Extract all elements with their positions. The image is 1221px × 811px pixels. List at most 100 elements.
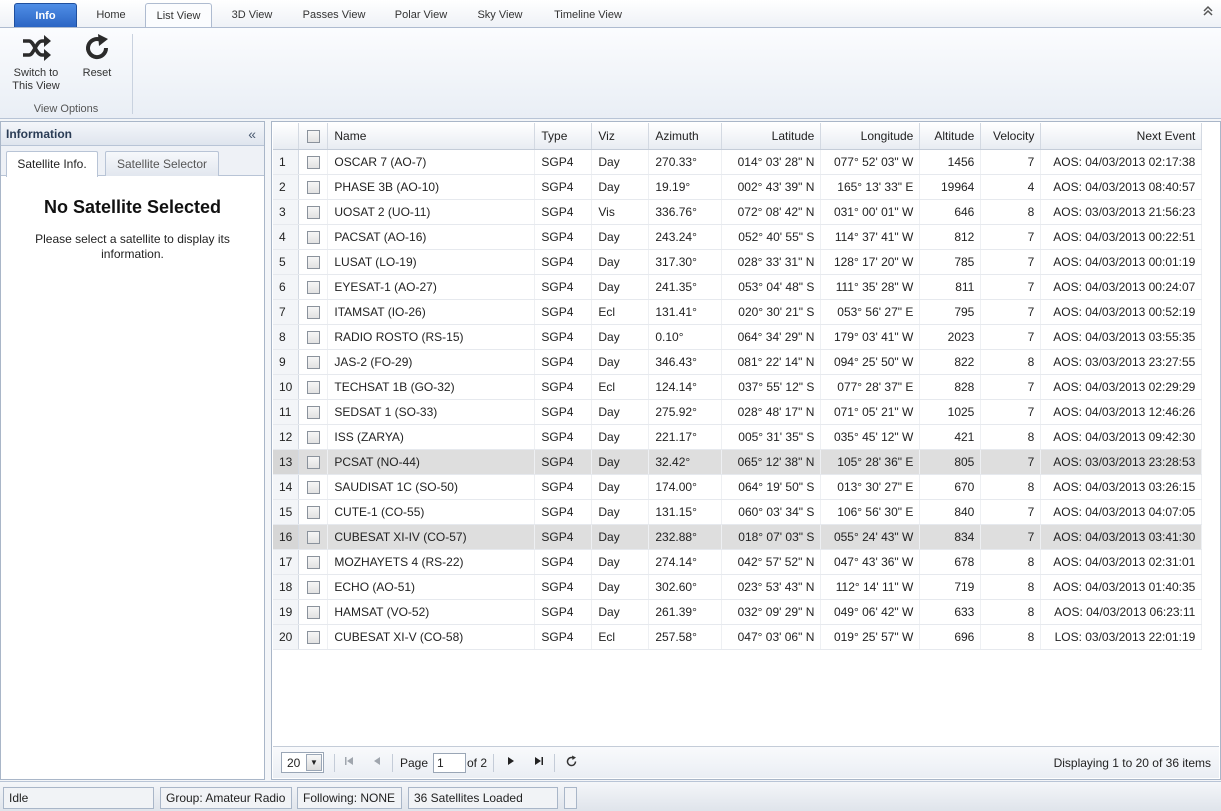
row-checkbox[interactable] bbox=[306, 280, 320, 294]
row-checkbox[interactable] bbox=[306, 630, 320, 644]
table-row[interactable]: 20 CUBESAT XI-V (CO-58) SGP4 Ecl 257.58° 047°… bbox=[273, 624, 1203, 650]
row-checkbox[interactable] bbox=[306, 555, 320, 569]
page-number-input[interactable]: 1 bbox=[433, 753, 466, 773]
tab-3d-view[interactable]: 3D View bbox=[221, 3, 283, 28]
table-row[interactable]: 16 CUBESAT XI-IV (CO-57) SGP4 Day 232.88° 018… bbox=[273, 524, 1203, 550]
header-velocity[interactable]: Velocity bbox=[980, 123, 1042, 150]
cell-type: SGP4 bbox=[534, 299, 593, 325]
table-row[interactable]: 10 TECHSAT 1B (GO-32) SGP4 Ecl 124.14° 037° 5… bbox=[273, 374, 1203, 400]
refresh-icon[interactable] bbox=[563, 755, 579, 771]
table-row[interactable]: 6 EYESAT-1 (AO-27) SGP4 Day 241.35° 053° 04' … bbox=[273, 274, 1203, 300]
cell-latitude: 005° 31' 35" S bbox=[721, 424, 822, 450]
tab-passes-view[interactable]: Passes View bbox=[292, 3, 376, 28]
reset-label: Reset bbox=[82, 67, 112, 79]
tab-polar-view[interactable]: Polar View bbox=[384, 3, 458, 28]
table-row[interactable]: 8 RADIO ROSTO (RS-15) SGP4 Day 0.10° 064° 34'… bbox=[273, 324, 1203, 350]
row-checkbox[interactable] bbox=[306, 530, 320, 544]
row-checkbox[interactable] bbox=[306, 230, 320, 244]
pager-separator bbox=[493, 754, 494, 772]
table-row[interactable]: 2 PHASE 3B (AO-10) SGP4 Day 19.19° 002° 43' 3… bbox=[273, 174, 1203, 200]
row-checkbox[interactable] bbox=[306, 580, 320, 594]
cell-name: MOZHAYETS 4 (RS-22) bbox=[327, 549, 536, 575]
cell-longitude: 105° 28' 36" E bbox=[820, 449, 921, 475]
table-row[interactable]: 14 SAUDISAT 1C (SO-50) SGP4 Day 174.00° 064° … bbox=[273, 474, 1203, 500]
cell-next-event: AOS: 04/03/2013 01:40:35 bbox=[1040, 574, 1203, 600]
header-longitude[interactable]: Longitude bbox=[820, 123, 921, 150]
information-panel-header: Information « bbox=[1, 122, 264, 146]
cell-azimuth: 317.30° bbox=[648, 249, 723, 275]
cell-type: SGP4 bbox=[534, 399, 593, 425]
table-row[interactable]: 18 ECHO (AO-51) SGP4 Day 302.60° 023° 53' 43"… bbox=[273, 574, 1203, 600]
chevron-down-icon[interactable]: ▼ bbox=[306, 754, 322, 771]
row-checkbox[interactable] bbox=[306, 405, 320, 419]
cell-checkbox bbox=[298, 199, 329, 225]
cell-viz: Day bbox=[591, 524, 650, 550]
tab-timeline-view[interactable]: Timeline View bbox=[543, 3, 633, 28]
collapse-panel-icon[interactable]: « bbox=[248, 122, 256, 146]
header-azimuth[interactable]: Azimuth bbox=[648, 123, 723, 150]
cell-checkbox bbox=[298, 399, 329, 425]
row-checkbox[interactable] bbox=[306, 205, 320, 219]
table-row[interactable]: 11 SEDSAT 1 (SO-33) SGP4 Day 275.92° 028° 48'… bbox=[273, 399, 1203, 425]
header-name[interactable]: Name bbox=[327, 123, 536, 150]
table-row[interactable]: 13 PCSAT (NO-44) SGP4 Day 32.42° 065° 12' 38"… bbox=[273, 449, 1203, 475]
table-row[interactable]: 1 OSCAR 7 (AO-7) SGP4 Day 270.33° 014° 03' 28… bbox=[273, 149, 1203, 175]
cell-longitude: 094° 25' 50" W bbox=[820, 349, 921, 375]
last-page-icon[interactable] bbox=[531, 755, 547, 771]
row-checkbox[interactable] bbox=[306, 180, 320, 194]
collapse-ribbon-icon[interactable] bbox=[1201, 5, 1215, 19]
tab-satellite-info[interactable]: Satellite Info. bbox=[6, 151, 98, 177]
tab-satellite-selector[interactable]: Satellite Selector bbox=[105, 151, 219, 176]
row-checkbox[interactable] bbox=[306, 155, 320, 169]
cell-latitude: 032° 09' 29" N bbox=[721, 599, 822, 625]
cell-azimuth: 275.92° bbox=[648, 399, 723, 425]
row-checkbox[interactable] bbox=[306, 255, 320, 269]
table-row[interactable]: 17 MOZHAYETS 4 (RS-22) SGP4 Day 274.14° 042° … bbox=[273, 549, 1203, 575]
cell-viz: Day bbox=[591, 149, 650, 175]
header-next-event[interactable]: Next Event bbox=[1040, 123, 1203, 150]
row-checkbox[interactable] bbox=[306, 480, 320, 494]
row-checkbox[interactable] bbox=[306, 330, 320, 344]
row-checkbox[interactable] bbox=[306, 355, 320, 369]
cell-viz: Ecl bbox=[591, 299, 650, 325]
page-size-select[interactable]: 20 ▼ bbox=[281, 752, 324, 773]
header-select-all[interactable] bbox=[298, 123, 329, 150]
header-altitude[interactable]: Altitude bbox=[919, 123, 982, 150]
table-row[interactable]: 15 CUTE-1 (CO-55) SGP4 Day 131.15° 060° 03' 3… bbox=[273, 499, 1203, 525]
header-viz[interactable]: Viz bbox=[591, 123, 650, 150]
cell-viz: Day bbox=[591, 449, 650, 475]
tab-sky-view[interactable]: Sky View bbox=[467, 3, 533, 28]
cell-longitude: 013° 30' 27" E bbox=[820, 474, 921, 500]
cell-next-event: AOS: 03/03/2013 21:56:23 bbox=[1040, 199, 1203, 225]
cell-type: SGP4 bbox=[534, 324, 593, 350]
first-page-icon[interactable] bbox=[341, 755, 357, 771]
row-checkbox[interactable] bbox=[306, 455, 320, 469]
cell-velocity: 7 bbox=[980, 499, 1042, 525]
row-checkbox[interactable] bbox=[306, 380, 320, 394]
table-row[interactable]: 9 JAS-2 (FO-29) SGP4 Day 346.43° 081° 22' 14"… bbox=[273, 349, 1203, 375]
table-row[interactable]: 7 ITAMSAT (IO-26) SGP4 Ecl 131.41° 020° 30' 2… bbox=[273, 299, 1203, 325]
table-row[interactable]: 4 PACSAT (AO-16) SGP4 Day 243.24° 052° 40' 55… bbox=[273, 224, 1203, 250]
table-row[interactable]: 5 LUSAT (LO-19) SGP4 Day 317.30° 028° 33' 31"… bbox=[273, 249, 1203, 275]
cell-type: SGP4 bbox=[534, 149, 593, 175]
next-page-icon[interactable] bbox=[503, 755, 519, 771]
tab-list-view[interactable]: List View bbox=[145, 3, 212, 28]
row-checkbox[interactable] bbox=[306, 505, 320, 519]
cell-latitude: 002° 43' 39" N bbox=[721, 174, 822, 200]
row-checkbox[interactable] bbox=[306, 430, 320, 444]
reset-button[interactable]: Reset bbox=[76, 32, 118, 80]
information-subtabs: Satellite Info. Satellite Selector bbox=[1, 146, 264, 177]
header-latitude[interactable]: Latitude bbox=[721, 123, 822, 150]
tab-info[interactable]: Info bbox=[14, 3, 77, 28]
select-all-checkbox[interactable] bbox=[306, 129, 320, 143]
row-checkbox[interactable] bbox=[306, 605, 320, 619]
row-checkbox[interactable] bbox=[306, 305, 320, 319]
table-row[interactable]: 3 UOSAT 2 (UO-11) SGP4 Vis 336.76° 072° 08' 4… bbox=[273, 199, 1203, 225]
table-row[interactable]: 12 ISS (ZARYA) SGP4 Day 221.17° 005° 31' 35" … bbox=[273, 424, 1203, 450]
switch-to-this-view-button[interactable]: Switch to This View bbox=[6, 32, 66, 93]
tab-home[interactable]: Home bbox=[86, 3, 136, 28]
header-type[interactable]: Type bbox=[534, 123, 593, 150]
table-row[interactable]: 19 HAMSAT (VO-52) SGP4 Day 261.39° 032° 09' 2… bbox=[273, 599, 1203, 625]
previous-page-icon[interactable] bbox=[369, 755, 385, 771]
cell-latitude: 028° 33' 31" N bbox=[721, 249, 822, 275]
